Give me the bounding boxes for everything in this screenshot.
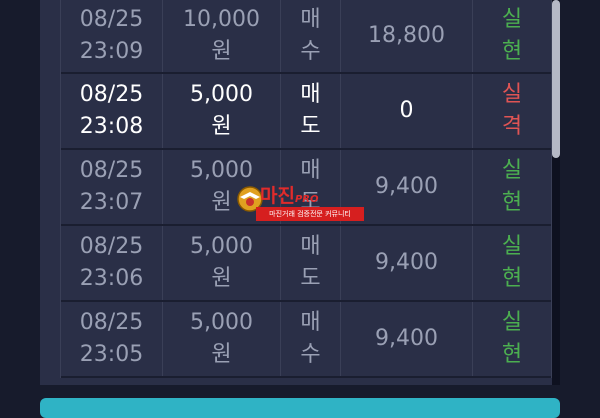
amount-value: 10,000 <box>183 7 260 32</box>
trade-type: 매 수 <box>281 302 341 376</box>
trade-result: 실 현 <box>473 226 551 300</box>
trade-type-char-2: 도 <box>300 266 321 291</box>
pnl-value: 9,400 <box>375 250 438 275</box>
result-char-2: 현 <box>501 266 523 291</box>
trade-type-char-2: 수 <box>300 342 321 367</box>
trade-time: 08/25 23:06 <box>61 226 163 300</box>
pnl-value: 9,400 <box>375 174 438 199</box>
trade-type-char-1: 매 <box>300 234 321 259</box>
trade-time: 08/25 23:09 <box>61 0 163 72</box>
result-char-2: 격 <box>501 114 523 139</box>
watermark-subtitle: 마진거래 검증전문 커뮤니티 <box>256 207 364 221</box>
trade-date: 08/25 <box>79 7 144 32</box>
vertical-scrollbar[interactable] <box>552 0 560 385</box>
trade-clock: 23:05 <box>79 342 144 367</box>
pnl-value: 9,400 <box>375 326 438 351</box>
result-char-2: 현 <box>501 342 523 367</box>
trade-type: 매 도 <box>281 226 341 300</box>
result-char-2: 현 <box>501 190 523 215</box>
trade-type-char-2: 수 <box>300 39 321 64</box>
trade-result: 실 현 <box>473 150 551 224</box>
amount-unit: 원 <box>211 39 232 64</box>
trade-date: 08/25 <box>79 310 144 335</box>
trade-type-char-2: 도 <box>300 114 321 139</box>
trade-type: 매 도 <box>281 74 341 148</box>
table-row[interactable]: 08/25 23:05 5,000 원 매 수 9,400 실 현 <box>61 302 551 378</box>
trade-pnl: 0 <box>341 74 473 148</box>
trade-type: 매 수 <box>281 0 341 72</box>
trade-pnl: 9,400 <box>341 226 473 300</box>
amount-unit: 원 <box>211 114 232 139</box>
result-char-2: 현 <box>501 39 523 64</box>
result-char-1: 실 <box>501 7 523 32</box>
result-char-1: 실 <box>501 310 523 335</box>
trade-amount: 5,000 원 <box>163 226 281 300</box>
trade-amount: 10,000 원 <box>163 0 281 72</box>
trade-amount: 5,000 원 <box>163 302 281 376</box>
trade-clock: 23:06 <box>79 266 144 291</box>
table-row[interactable]: 08/25 23:06 5,000 원 매 도 9,400 실 현 <box>61 226 551 302</box>
trade-pnl: 18,800 <box>341 0 473 72</box>
table-row[interactable]: 08/25 23:09 10,000 원 매 수 18,800 실 현 <box>61 0 551 74</box>
trade-clock: 23:07 <box>79 190 144 215</box>
trade-result: 실 현 <box>473 302 551 376</box>
trade-type-char-1: 매 <box>300 82 321 107</box>
pnl-value: 18,800 <box>368 23 445 48</box>
trade-clock: 23:09 <box>79 39 144 64</box>
trade-time: 08/25 23:07 <box>61 150 163 224</box>
trade-date: 08/25 <box>79 82 144 107</box>
watermark-logo: 마진PRO 마진거래 검증전문 커뮤니티 <box>236 183 366 221</box>
result-char-1: 실 <box>501 158 523 183</box>
result-char-1: 실 <box>501 234 523 259</box>
trade-time: 08/25 23:05 <box>61 302 163 376</box>
scrollbar-thumb[interactable] <box>552 0 560 158</box>
table-row[interactable]: 08/25 23:08 5,000 원 매 도 0 실 격 <box>61 74 551 150</box>
amount-unit: 원 <box>211 190 232 215</box>
trade-clock: 23:08 <box>79 114 144 139</box>
amount-unit: 원 <box>211 342 232 367</box>
amount-value: 5,000 <box>190 82 253 107</box>
result-char-1: 실 <box>501 82 523 107</box>
trade-date: 08/25 <box>79 158 144 183</box>
trade-amount: 5,000 원 <box>163 74 281 148</box>
trade-type-char-1: 매 <box>300 310 321 335</box>
amount-unit: 원 <box>211 266 232 291</box>
pnl-value: 0 <box>399 98 414 123</box>
trade-time: 08/25 23:08 <box>61 74 163 148</box>
trade-result: 실 현 <box>473 0 551 72</box>
watermark-title: 마진PRO <box>260 185 319 207</box>
trade-result: 실 격 <box>473 74 551 148</box>
amount-value: 5,000 <box>190 310 253 335</box>
trade-type-char-1: 매 <box>300 7 321 32</box>
bottom-action-bar[interactable] <box>40 398 560 418</box>
amount-value: 5,000 <box>190 234 253 259</box>
trade-pnl: 9,400 <box>341 302 473 376</box>
trade-date: 08/25 <box>79 234 144 259</box>
